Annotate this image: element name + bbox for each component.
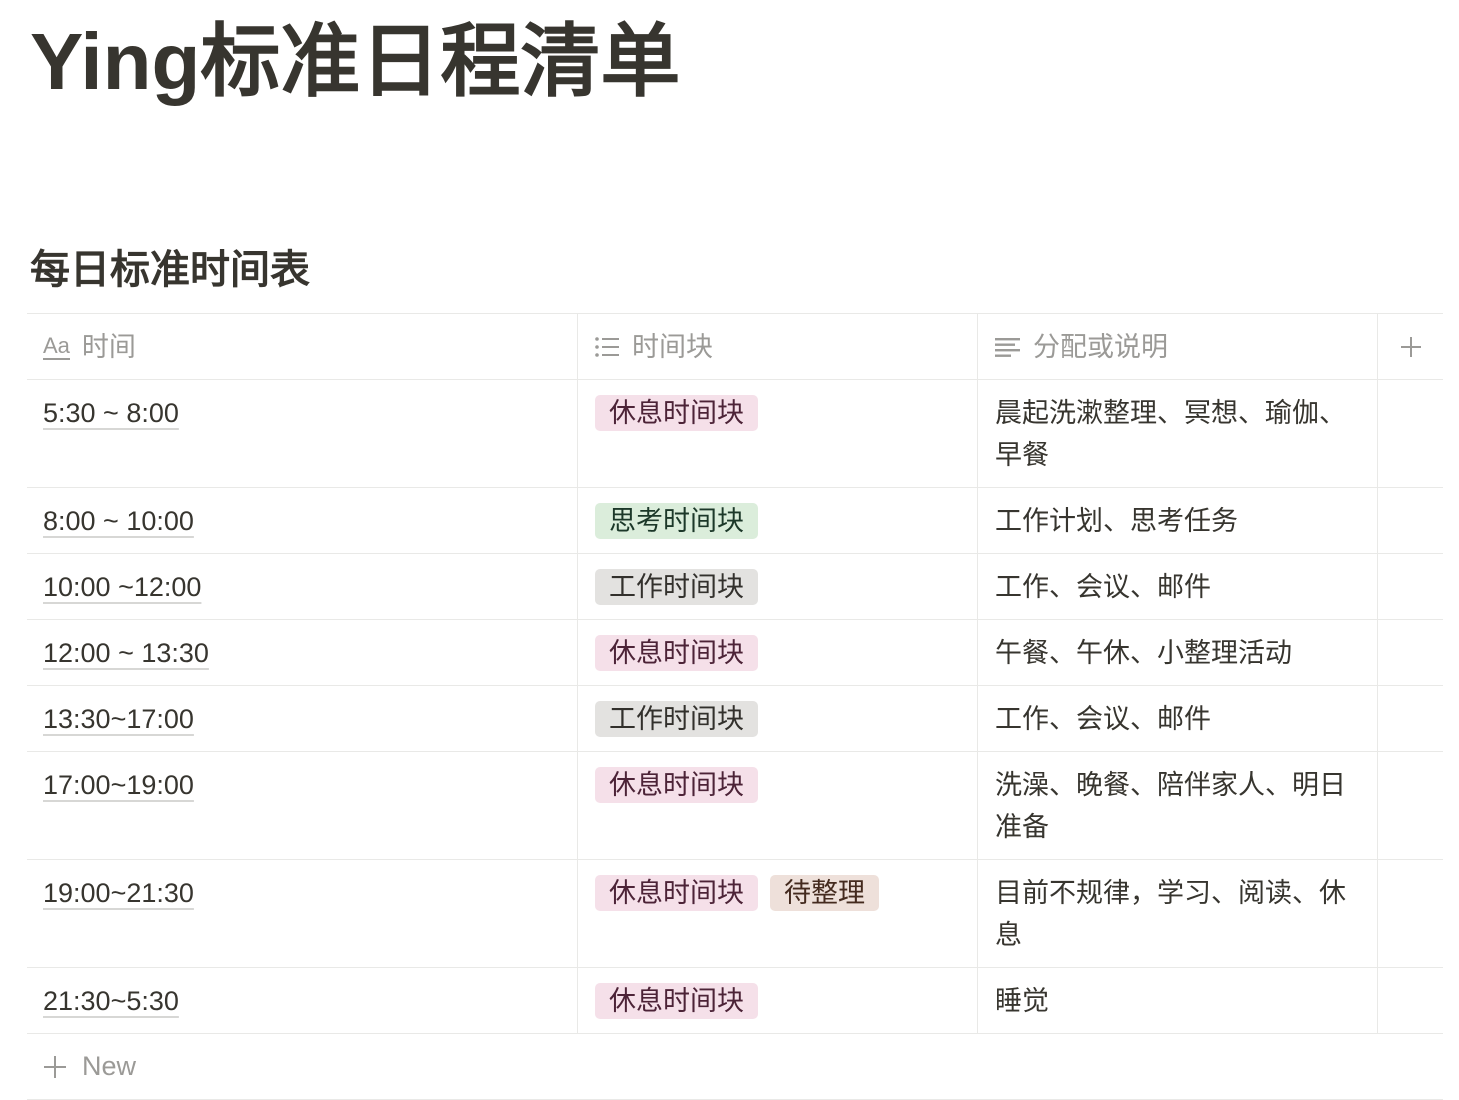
cell-empty xyxy=(1378,860,1443,967)
table-row: 17:00~19:00 休息时间块 洗澡、晚餐、陪伴家人、明日准备 xyxy=(27,752,1443,860)
cell-time-block[interactable]: 工作时间块 xyxy=(578,554,978,619)
time-block-tag: 休息时间块 xyxy=(595,767,758,803)
row-title[interactable]: 8:00 ~ 10:00 xyxy=(43,506,194,536)
time-block-tag: 休息时间块 xyxy=(595,635,758,671)
description-text: 睡觉 xyxy=(995,986,1049,1016)
row-title[interactable]: 13:30~17:00 xyxy=(43,704,194,734)
cell-time[interactable]: 5:30 ~ 8:00 xyxy=(27,380,578,487)
cell-time[interactable]: 8:00 ~ 10:00 xyxy=(27,488,578,553)
column-header-label: 时间 xyxy=(81,332,136,362)
text-property-icon xyxy=(995,337,1020,357)
cell-description[interactable]: 目前不规律，学习、阅读、休息 xyxy=(978,860,1378,967)
page-title[interactable]: Ying标准日程清单 xyxy=(30,12,680,112)
table-row: 8:00 ~ 10:00 思考时间块 工作计划、思考任务 xyxy=(27,488,1443,554)
description-text: 晨起洗漱整理、冥想、瑜伽、早餐 xyxy=(995,398,1346,470)
cell-empty xyxy=(1378,686,1443,751)
table-row: 5:30 ~ 8:00 休息时间块 晨起洗漱整理、冥想、瑜伽、早餐 xyxy=(27,380,1443,488)
cell-description[interactable]: 工作计划、思考任务 xyxy=(978,488,1378,553)
cell-description[interactable]: 晨起洗漱整理、冥想、瑜伽、早餐 xyxy=(978,380,1378,487)
page: Ying标准日程清单 每日标准时间表 Aa 时间 时间块 分配或说明 5:30 … xyxy=(0,0,1459,1100)
cell-time[interactable]: 13:30~17:00 xyxy=(27,686,578,751)
cell-description[interactable]: 工作、会议、邮件 xyxy=(978,686,1378,751)
time-block-tag: 工作时间块 xyxy=(595,569,758,605)
row-title[interactable]: 10:00 ~12:00 xyxy=(43,572,201,602)
table-row: 12:00 ~ 13:30 休息时间块 午餐、午休、小整理活动 xyxy=(27,620,1443,686)
row-title[interactable]: 17:00~19:00 xyxy=(43,770,194,800)
time-block-tag: 待整理 xyxy=(770,875,879,911)
cell-time-block[interactable]: 休息时间块 xyxy=(578,752,978,859)
cell-description[interactable]: 工作、会议、邮件 xyxy=(978,554,1378,619)
cell-time-block[interactable]: 思考时间块 xyxy=(578,488,978,553)
row-title[interactable]: 12:00 ~ 13:30 xyxy=(43,638,209,668)
table-header: Aa 时间 时间块 分配或说明 xyxy=(27,314,1443,380)
cell-time[interactable]: 19:00~21:30 xyxy=(27,860,578,967)
description-text: 目前不规律，学习、阅读、休息 xyxy=(995,878,1346,950)
row-title[interactable]: 19:00~21:30 xyxy=(43,878,194,908)
table-row: 19:00~21:30 休息时间块 待整理 目前不规律，学习、阅读、休息 xyxy=(27,860,1443,968)
column-header-label: 分配或说明 xyxy=(1033,332,1168,362)
description-text: 洗澡、晚餐、陪伴家人、明日准备 xyxy=(995,770,1346,842)
cell-time[interactable]: 10:00 ~12:00 xyxy=(27,554,578,619)
add-property-button[interactable] xyxy=(1378,314,1443,379)
database-title[interactable]: 每日标准时间表 xyxy=(30,245,310,295)
cell-empty xyxy=(1378,620,1443,685)
time-block-tag: 休息时间块 xyxy=(595,983,758,1019)
column-header-description[interactable]: 分配或说明 xyxy=(978,314,1378,379)
cell-empty xyxy=(1378,380,1443,487)
time-block-tag: 工作时间块 xyxy=(595,701,758,737)
table-row: 10:00 ~12:00 工作时间块 工作、会议、邮件 xyxy=(27,554,1443,620)
cell-empty xyxy=(1378,752,1443,859)
new-row-label: New xyxy=(82,1051,137,1081)
row-title[interactable]: 5:30 ~ 8:00 xyxy=(43,398,179,428)
cell-time[interactable]: 12:00 ~ 13:30 xyxy=(27,620,578,685)
time-block-tag: 思考时间块 xyxy=(595,503,758,539)
cell-description[interactable]: 洗澡、晚餐、陪伴家人、明日准备 xyxy=(978,752,1378,859)
column-header-time[interactable]: Aa 时间 xyxy=(27,314,578,379)
cell-time[interactable]: 17:00~19:00 xyxy=(27,752,578,859)
row-title[interactable]: 21:30~5:30 xyxy=(43,986,179,1016)
time-block-tag: 休息时间块 xyxy=(595,395,758,431)
cell-time-block[interactable]: 休息时间块 xyxy=(578,380,978,487)
column-header-time-block[interactable]: 时间块 xyxy=(578,314,978,379)
cell-time-block[interactable]: 休息时间块 xyxy=(578,968,978,1033)
cell-empty xyxy=(1378,968,1443,1033)
cell-time[interactable]: 21:30~5:30 xyxy=(27,968,578,1033)
cell-time-block[interactable]: 休息时间块 待整理 xyxy=(578,860,978,967)
plus-icon xyxy=(43,1055,67,1079)
new-row-button[interactable]: New xyxy=(27,1034,1443,1100)
description-text: 工作、会议、邮件 xyxy=(995,704,1211,734)
time-block-tag: 休息时间块 xyxy=(595,875,758,911)
cell-description[interactable]: 睡觉 xyxy=(978,968,1378,1033)
title-property-icon: Aa xyxy=(43,332,70,360)
cell-empty xyxy=(1378,554,1443,619)
cell-description[interactable]: 午餐、午休、小整理活动 xyxy=(978,620,1378,685)
column-header-label: 时间块 xyxy=(632,332,713,362)
cell-time-block[interactable]: 休息时间块 xyxy=(578,620,978,685)
description-text: 午餐、午休、小整理活动 xyxy=(995,638,1292,668)
cell-time-block[interactable]: 工作时间块 xyxy=(578,686,978,751)
table-row: 13:30~17:00 工作时间块 工作、会议、邮件 xyxy=(27,686,1443,752)
cell-empty xyxy=(1378,488,1443,553)
database-table: Aa 时间 时间块 分配或说明 5:30 ~ 8:00 休息时间块 晨起洗漱整理… xyxy=(27,313,1443,1100)
table-row: 21:30~5:30 休息时间块 睡觉 xyxy=(27,968,1443,1034)
description-text: 工作、会议、邮件 xyxy=(995,572,1211,602)
plus-icon xyxy=(1400,336,1422,358)
multi-select-property-icon xyxy=(595,336,619,358)
description-text: 工作计划、思考任务 xyxy=(995,506,1238,536)
